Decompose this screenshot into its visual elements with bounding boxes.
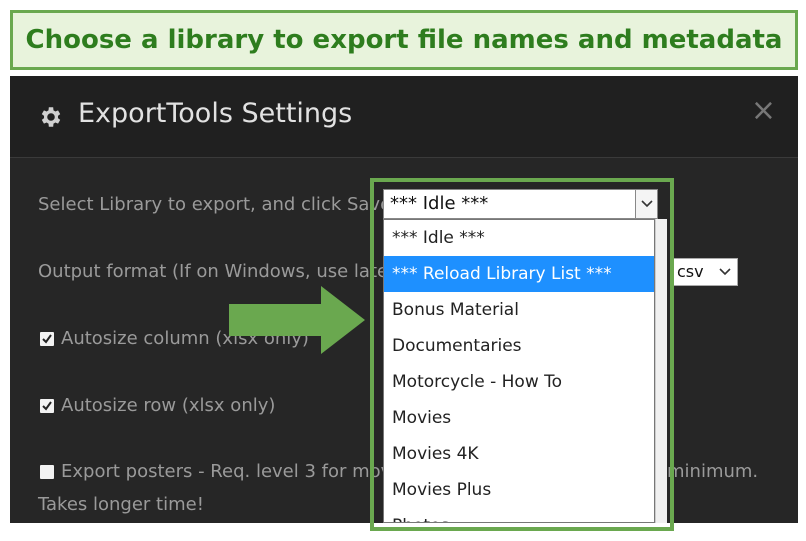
chevron-down-icon	[719, 268, 731, 276]
library-select-toggle[interactable]	[635, 190, 657, 218]
dropdown-option[interactable]: Movies 4K	[384, 436, 654, 472]
checkmark-icon	[42, 401, 52, 411]
banner-text: Choose a library to export file names an…	[25, 25, 783, 55]
dialog-header: ExportTools Settings ×	[10, 76, 798, 158]
output-format-select[interactable]: csv	[670, 258, 738, 286]
library-dropdown-list: *** Idle *** *** Reload Library List ***…	[383, 219, 655, 523]
dropdown-option[interactable]: Movies	[384, 400, 654, 436]
export-posters-label-end: minimum.	[667, 461, 759, 482]
dropdown-option[interactable]: *** Reload Library List ***	[384, 256, 654, 292]
dropdown-option[interactable]: Documentaries	[384, 328, 654, 364]
checkmark-icon	[42, 334, 52, 344]
dropdown-option[interactable]: Motorcycle - How To	[384, 364, 654, 400]
dropdown-scrollbar[interactable]	[655, 219, 667, 523]
output-format-label: Output format (If on Windows, use late	[38, 261, 389, 282]
dropdown-option[interactable]: Bonus Material	[384, 292, 654, 328]
autosize-column-checkbox[interactable]	[40, 332, 54, 346]
dropdown-option[interactable]: Photos	[384, 508, 654, 522]
arrow-right-icon	[229, 286, 365, 354]
library-label: Select Library to export, and click Save	[38, 194, 392, 215]
library-select-value: *** Idle ***	[390, 193, 489, 214]
close-icon[interactable]: ×	[751, 96, 776, 126]
instruction-banner: Choose a library to export file names an…	[10, 10, 798, 70]
export-posters-label: Export posters - Req. level 3 for mov	[61, 461, 392, 482]
library-select[interactable]: *** Idle ***	[383, 189, 658, 219]
autosize-row-checkbox[interactable]	[40, 399, 54, 413]
output-format-value: csv	[677, 262, 704, 281]
dropdown-option[interactable]: *** Idle ***	[384, 220, 654, 256]
chevron-down-icon	[640, 200, 653, 208]
dialog-title: ExportTools Settings	[78, 98, 353, 129]
exporttools-settings-dialog: ExportTools Settings × Select Library to…	[10, 76, 798, 523]
dropdown-option[interactable]: Movies Plus	[384, 472, 654, 508]
gear-icon	[41, 107, 61, 127]
export-posters-note: Takes longer time!	[38, 494, 204, 515]
autosize-row-label: Autosize row (xlsx only)	[61, 395, 276, 416]
export-posters-checkbox[interactable]	[40, 465, 54, 479]
